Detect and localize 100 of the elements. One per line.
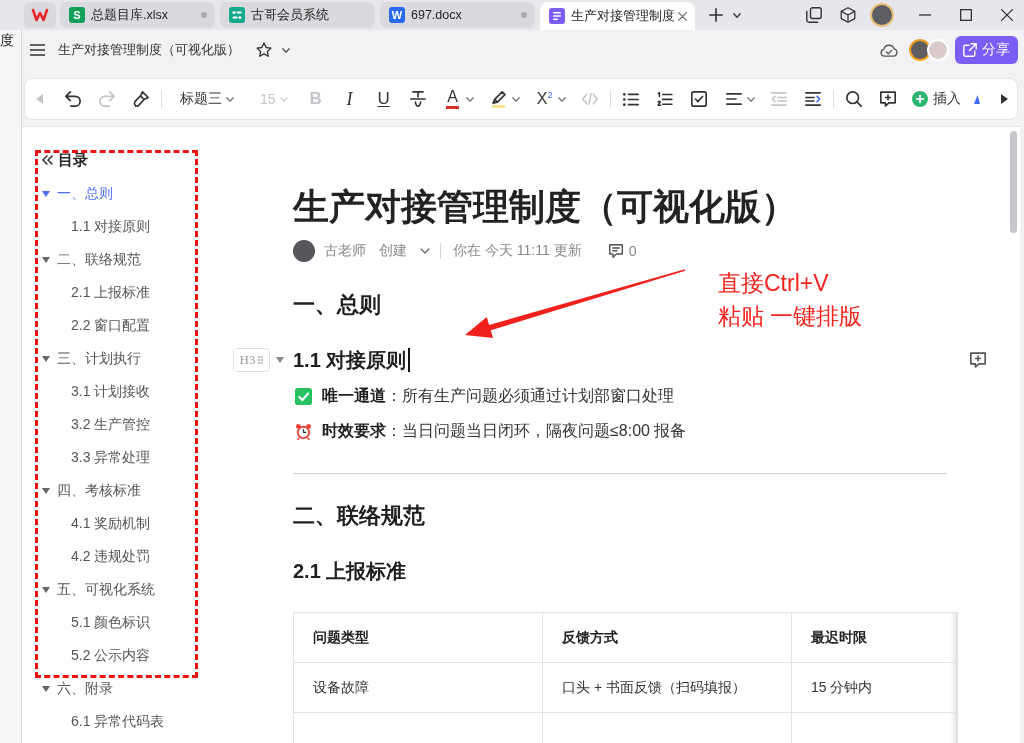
triangle-icon[interactable] [973,94,980,104]
toc-item[interactable]: 4.1 奖励机制 [71,514,151,533]
menu-icon[interactable] [30,44,45,56]
caret-icon[interactable] [420,248,430,254]
triangle-icon[interactable] [42,256,50,263]
tab[interactable]: 生产对接管理制度 [540,2,695,30]
tab[interactable]: S 总题目库.xlsx [60,2,215,28]
document-icon: W [389,7,405,23]
maximize-icon[interactable] [960,9,972,21]
triangle-icon[interactable] [42,586,50,593]
triangle-icon[interactable] [42,487,50,494]
toc-item[interactable]: 2.1 上报标准 [71,283,151,302]
subsection-heading: 1.1 对接原则 [293,348,407,373]
column-header: 反馈方式 [542,612,792,663]
indent-icon[interactable] [804,92,821,106]
caret-icon[interactable] [465,96,474,102]
window-stack-icon[interactable] [806,7,822,23]
column-header: 最迟时限 [791,612,958,663]
background-window-text: 度 [0,32,15,48]
share-button[interactable]: 分享 [955,36,1018,64]
highlighter-icon[interactable] [491,90,506,104]
align-left-icon[interactable] [725,93,742,105]
comment-icon[interactable] [607,243,624,259]
toc-item[interactable]: 3.1 计划接收 [71,382,151,401]
checkmark-icon [295,387,312,405]
plus-icon[interactable] [709,8,723,22]
cube-icon[interactable] [840,7,856,23]
tab[interactable]: W 697.docx [380,2,535,28]
bullet-list-icon[interactable] [622,92,639,106]
underline-button[interactable]: U [369,85,398,113]
toc-item[interactable]: 五、可视化系统 [57,580,155,599]
triangle-icon[interactable] [42,355,50,362]
close-icon[interactable] [1001,9,1013,21]
star-icon[interactable] [256,42,272,58]
search-icon[interactable] [845,91,862,107]
cloud-check-icon[interactable] [880,43,898,57]
avatar-icon[interactable] [870,3,894,27]
insert-button[interactable]: 插入 [907,85,963,113]
update-time: 你在 今天 11:11 更新 [453,242,582,260]
caret-icon[interactable] [226,96,234,102]
toc-item[interactable]: 一、总则 [57,184,113,203]
triangle-icon[interactable] [42,190,50,197]
paint-brush-icon[interactable] [133,91,149,107]
double-chevron-icon[interactable] [42,155,53,165]
toc-item[interactable]: 二、联络规范 [57,250,141,269]
subsection-heading: 2.1 上报标准 [293,559,407,584]
italic-button[interactable]: I [335,85,364,113]
avatar-icon [293,240,315,262]
document-title: 生产对接管理制度（可视化版） [58,41,240,59]
collapse-arrow-icon[interactable] [276,357,284,363]
column-header: 问题类型 [293,612,543,663]
superscript-button[interactable]: X$^{2}$ [529,85,570,113]
caret-icon[interactable] [282,47,290,53]
spreadsheet-icon: S [69,7,85,23]
toc-item[interactable]: 6.1 异常代码表 [71,712,165,731]
toc-item[interactable]: 5.1 颜色标识 [71,613,151,632]
toc-item[interactable]: 四、考核标准 [57,481,141,500]
document-icon [549,8,565,24]
avatar-icon[interactable] [909,39,931,61]
app-icon [229,7,245,23]
checkbox-icon[interactable] [690,91,707,107]
toc-item[interactable]: 3.3 异常处理 [71,448,151,467]
tab[interactable]: 古哥会员系统 [220,2,375,28]
created-label: 创建 [379,242,407,260]
dropdown[interactable]: 标题三 [168,85,242,113]
toc-item[interactable]: 5.2 公示内容 [71,646,151,665]
scroll-right-icon[interactable] [1000,94,1008,104]
scrollbar-thumb[interactable] [1010,131,1017,233]
caret-icon[interactable] [733,12,741,18]
toc-item[interactable]: 六、附录 [57,679,113,698]
table-cell: 设备故障 [293,662,543,713]
table-cell: 口头 + 书面反馈（扫码填报） [542,662,792,713]
add-comment-icon[interactable] [970,352,986,368]
plus-circle-icon [911,91,928,107]
caret-icon[interactable] [746,96,755,102]
author-name: 古老师 [324,242,366,260]
document-title: 生产对接管理制度（可视化版） [293,185,798,229]
strikethrough-icon[interactable] [409,91,426,107]
close-icon[interactable] [678,11,687,21]
toc-item[interactable]: 2.2 窗口配置 [71,316,151,335]
alarm-clock-icon [295,422,312,440]
logo-icon[interactable] [24,2,56,28]
triangle-icon[interactable] [42,685,50,692]
undo-icon[interactable] [65,91,81,107]
toc-item[interactable]: 1.1 对接原则 [71,217,151,236]
toc-item[interactable]: 4.2 违规处罚 [71,547,151,566]
caret-icon[interactable] [557,96,566,102]
list-item-text: 唯一通道：所有生产问题必须通过计划部窗口处理 [322,385,674,406]
caret-icon[interactable] [511,96,520,102]
toc-item[interactable]: 3.2 生产管控 [71,415,151,434]
share-icon [963,43,977,57]
toc-item[interactable]: 三、计划执行 [57,349,141,368]
annotation-text: 粘贴 一键排版 [718,302,863,331]
grip-icon [258,356,264,364]
section-heading: 二、联络规范 [293,502,425,530]
list-item-text: 时效要求：当日问题当日闭环，隔夜问题≤8:00 报备 [322,420,687,441]
annotation-text: 直接Ctrl+V [718,269,829,298]
font-color-button[interactable]: A [437,85,478,113]
numbered-list-icon[interactable] [656,92,673,106]
add-comment-icon[interactable] [879,91,896,107]
